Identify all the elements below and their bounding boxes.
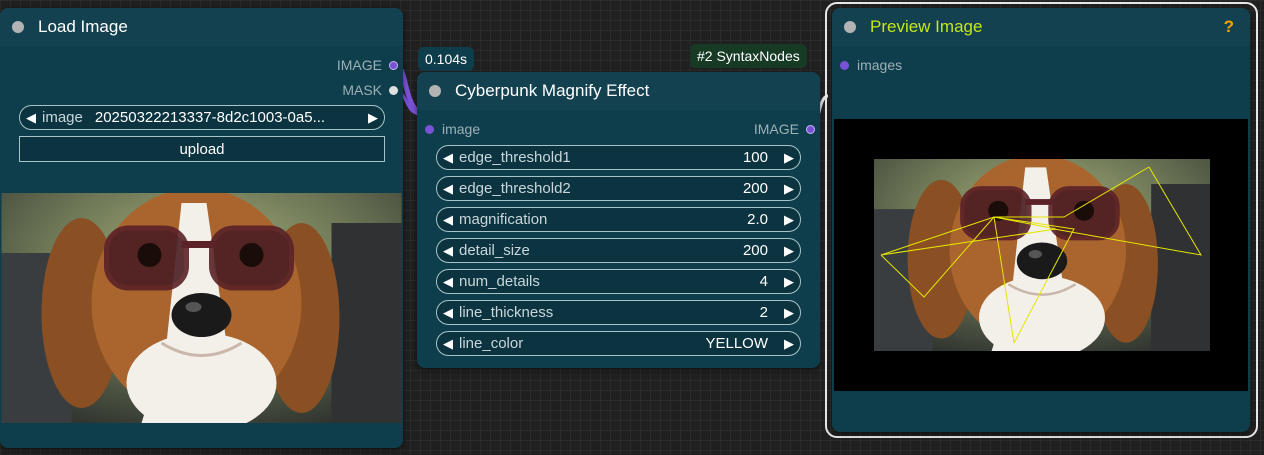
increment-icon[interactable]: ▶ <box>778 181 800 197</box>
widget-label: edge_threshold1 <box>459 149 571 166</box>
increment-icon[interactable]: ▶ <box>778 305 800 321</box>
number-widget-detail-size[interactable]: ◀ detail_size 200 ▶ <box>436 238 801 263</box>
output-label: IMAGE <box>336 57 382 73</box>
cyberpunk-magnify-node[interactable]: Cyberpunk Magnify Effect image IMAGE ◀ e… <box>417 72 820 368</box>
collapse-dot-icon[interactable] <box>429 85 441 97</box>
widget-label: line_thickness <box>459 304 554 321</box>
widget-value: 200 <box>742 180 768 197</box>
number-widget-line-thickness[interactable]: ◀ line_thickness 2 ▶ <box>436 300 801 325</box>
widget-value: YELLOW <box>705 335 768 352</box>
number-widget-num-details[interactable]: ◀ num_details 4 ▶ <box>436 269 801 294</box>
arrow-left-icon[interactable]: ◀ <box>20 110 42 126</box>
widget-label: image <box>42 109 83 126</box>
collapse-dot-icon[interactable] <box>844 21 856 33</box>
input-label: images <box>857 57 903 73</box>
preview-image-node[interactable]: Preview Image ? images <box>832 8 1250 432</box>
widget-value: 4 <box>759 273 768 290</box>
image-slot-icon[interactable] <box>425 124 434 134</box>
image-combo-widget[interactable]: ◀ image 20250322213337-8d2c1003-0a5... ▶ <box>19 105 385 130</box>
collapse-dot-icon[interactable] <box>12 21 24 33</box>
widget-value: 100 <box>742 149 768 166</box>
help-icon[interactable]: ? <box>1224 17 1234 37</box>
decrement-icon[interactable]: ◀ <box>437 336 459 352</box>
decrement-icon[interactable]: ◀ <box>437 243 459 259</box>
decrement-icon[interactable]: ◀ <box>437 212 459 228</box>
loaded-image-thumbnail <box>0 193 403 423</box>
widget-label: line_color <box>459 335 524 352</box>
image-slot-icon[interactable] <box>806 124 815 134</box>
load-image-node[interactable]: Load Image IMAGE MASK ◀ image 2025032221… <box>0 8 403 448</box>
output-label: IMAGE <box>753 121 799 137</box>
input-slot-image[interactable]: image <box>425 120 480 138</box>
cyberpunk-title-bar[interactable]: Cyberpunk Magnify Effect <box>417 72 820 110</box>
output-slot-image[interactable]: IMAGE <box>337 56 398 74</box>
widget-value: 20250322213337-8d2c1003-0a5... <box>94 109 326 126</box>
image-slot-icon[interactable] <box>389 60 398 70</box>
mask-slot-icon[interactable] <box>389 85 398 95</box>
load-image-title-bar[interactable]: Load Image <box>0 8 403 46</box>
arrow-right-icon[interactable]: ▶ <box>362 110 384 126</box>
number-widget-magnification[interactable]: ◀ magnification 2.0 ▶ <box>436 207 801 232</box>
input-label: image <box>442 121 481 137</box>
node-title: Preview Image <box>870 17 983 36</box>
source-badge: #2 SyntaxNodes <box>690 44 807 68</box>
increment-icon[interactable]: ▶ <box>778 212 800 228</box>
node-title: Cyberpunk Magnify Effect <box>455 81 650 100</box>
increment-icon[interactable]: ▶ <box>778 243 800 259</box>
decrement-icon[interactable]: ◀ <box>437 181 459 197</box>
preview-title-bar[interactable]: Preview Image ? <box>832 8 1250 46</box>
number-widget-edge-threshold2[interactable]: ◀ edge_threshold2 200 ▶ <box>436 176 801 201</box>
preview-output-image <box>834 119 1248 391</box>
decrement-icon[interactable]: ◀ <box>437 274 459 290</box>
widget-value: 2 <box>759 304 768 321</box>
decrement-icon[interactable]: ◀ <box>437 305 459 321</box>
widget-label: edge_threshold2 <box>459 180 571 197</box>
node-title: Load Image <box>38 17 128 36</box>
output-label: MASK <box>342 82 382 98</box>
output-slot-mask[interactable]: MASK <box>342 81 398 99</box>
widget-label: num_details <box>459 273 540 290</box>
input-slot-images[interactable]: images <box>840 56 902 74</box>
number-widget-edge-threshold1[interactable]: ◀ edge_threshold1 100 ▶ <box>436 145 801 170</box>
increment-icon[interactable]: ▶ <box>778 150 800 166</box>
widget-label: detail_size <box>459 242 530 259</box>
decrement-icon[interactable]: ◀ <box>437 150 459 166</box>
upload-button[interactable]: upload <box>19 136 385 162</box>
widget-value: 200 <box>742 242 768 259</box>
widget-label: magnification <box>459 211 548 228</box>
increment-icon[interactable]: ▶ <box>778 336 800 352</box>
widget-value: 2.0 <box>747 211 768 228</box>
output-slot-image[interactable]: IMAGE <box>754 120 815 138</box>
timing-badge: 0.104s <box>418 47 475 71</box>
image-slot-icon[interactable] <box>840 60 849 70</box>
combo-widget-line-color[interactable]: ◀ line_color YELLOW ▶ <box>436 331 801 356</box>
increment-icon[interactable]: ▶ <box>778 274 800 290</box>
